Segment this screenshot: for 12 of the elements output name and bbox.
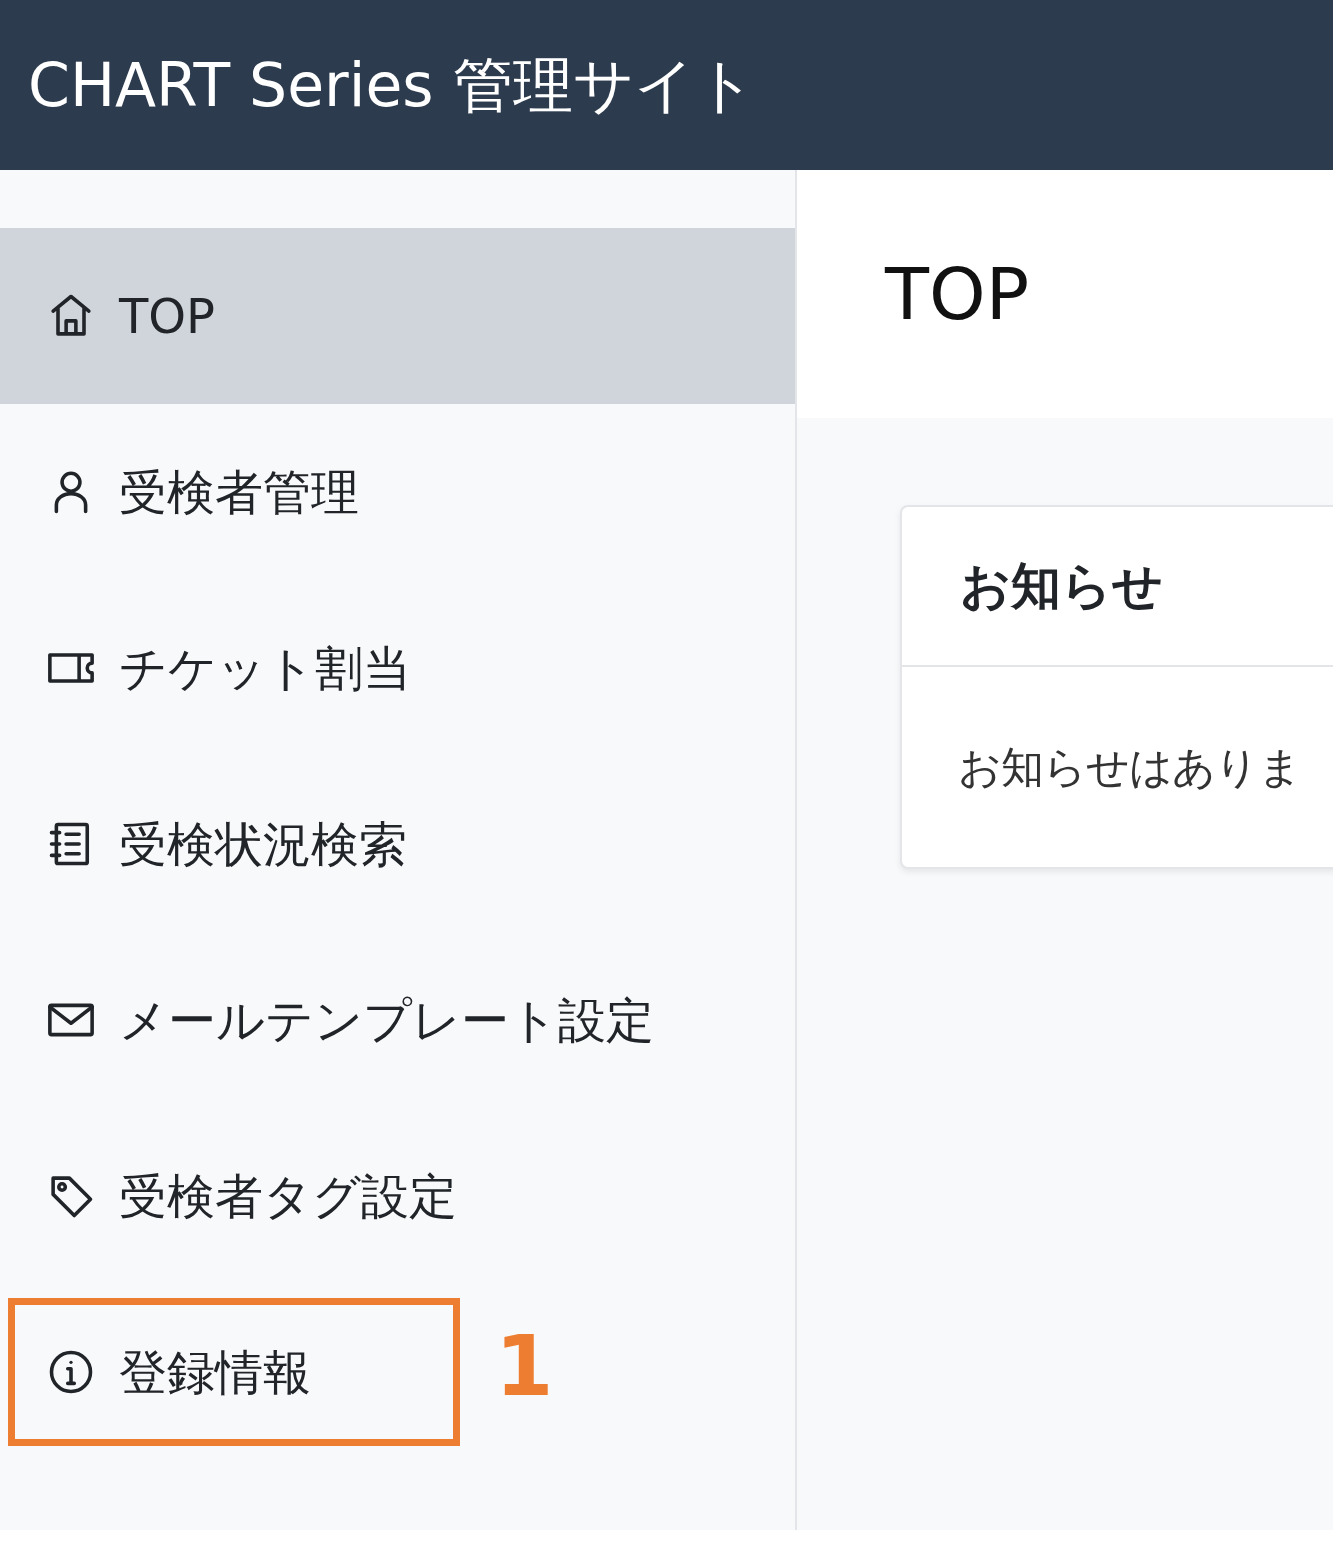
sidebar-item[interactable]: 受検者タグ設定 [0, 1108, 795, 1284]
page-title: TOP [885, 251, 1030, 338]
site-title: CHART Series 管理サイト [28, 49, 756, 122]
sidebar-item[interactable]: 受検者管理 [0, 404, 795, 580]
sidebar-item[interactable]: 登録情報 1 [0, 1284, 795, 1460]
sidebar-item[interactable]: メールテンプレート設定 [0, 932, 795, 1108]
callout-number: 1 [495, 1324, 554, 1408]
sidebar-item[interactable]: TOP [0, 228, 795, 404]
sidebar-item[interactable]: 受検状況検索 [0, 756, 795, 932]
sidebar-item[interactable]: チケット割当 [0, 580, 795, 756]
card-title: お知らせ [960, 555, 1163, 617]
notice-message: お知らせはありま [958, 740, 1301, 794]
